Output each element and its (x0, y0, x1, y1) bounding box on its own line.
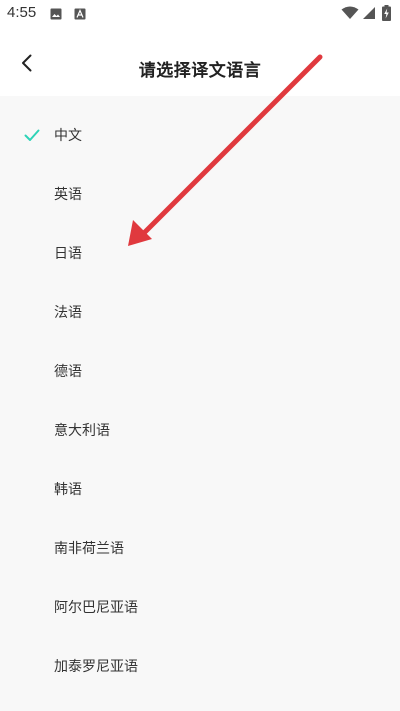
language-item-english[interactable]: 英语 (0, 165, 400, 223)
language-item-chinese[interactable]: 中文 (0, 106, 400, 164)
image-icon (50, 8, 62, 20)
check-icon (24, 129, 40, 141)
language-label: 法语 (54, 305, 82, 321)
language-item-albanian[interactable]: 阿尔巴尼亚语 (0, 578, 400, 636)
language-label: 阿尔巴尼亚语 (54, 600, 138, 616)
status-time: 4:55 (7, 4, 37, 21)
language-label: 韩语 (54, 482, 82, 498)
language-item-korean[interactable]: 韩语 (0, 460, 400, 518)
language-label: 日语 (54, 246, 82, 262)
language-item-catalan[interactable]: 加泰罗尼亚语 (0, 637, 400, 695)
signal-icon (363, 7, 375, 19)
header: 请选择译文语言 (0, 28, 400, 96)
language-list: 中文 英语 日语 法语 德语 意大利语 韩语 南非荷兰语 阿尔巴尼亚语 加泰罗尼… (0, 96, 400, 711)
language-label: 中文 (54, 128, 82, 144)
battery-charging-icon (382, 5, 391, 21)
a-icon (74, 8, 86, 20)
language-item-afrikaans[interactable]: 南非荷兰语 (0, 519, 400, 577)
language-item-italian[interactable]: 意大利语 (0, 401, 400, 459)
language-label: 加泰罗尼亚语 (54, 659, 138, 675)
status-bar: 4:55 (0, 0, 400, 28)
language-label: 英语 (54, 187, 82, 203)
wifi-icon (341, 6, 359, 19)
language-item-german[interactable]: 德语 (0, 342, 400, 400)
language-label: 德语 (54, 364, 82, 380)
language-item-french[interactable]: 法语 (0, 283, 400, 341)
language-label: 南非荷兰语 (54, 541, 124, 557)
language-item-japanese[interactable]: 日语 (0, 224, 400, 282)
language-label: 意大利语 (54, 423, 110, 439)
page-title: 请选择译文语言 (138, 61, 262, 81)
